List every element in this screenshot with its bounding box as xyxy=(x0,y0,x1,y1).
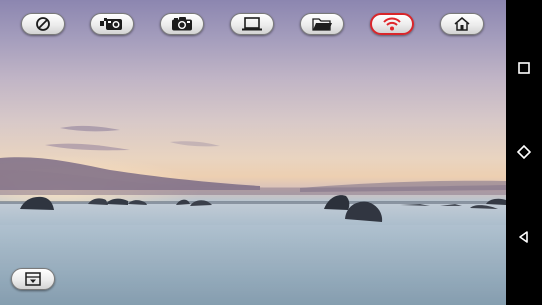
rock xyxy=(486,198,506,205)
cloud-wisp xyxy=(170,141,220,147)
horizon-line xyxy=(0,201,506,204)
mist xyxy=(0,225,506,305)
record-video-button[interactable] xyxy=(90,13,134,35)
seascape-background xyxy=(0,125,506,305)
tray-down-icon xyxy=(25,272,41,286)
no-entry-icon xyxy=(36,17,50,31)
gallery-tray-button[interactable] xyxy=(11,268,55,290)
rock xyxy=(324,195,350,210)
take-photo-button[interactable] xyxy=(160,13,204,35)
files-button[interactable] xyxy=(300,13,344,35)
home-button[interactable] xyxy=(440,13,484,35)
camera-preview xyxy=(0,0,506,305)
cloud-wisp xyxy=(45,143,130,151)
home-icon xyxy=(516,144,532,160)
recent-apps-button[interactable] xyxy=(506,50,542,86)
folder-icon xyxy=(312,18,332,31)
stop-button[interactable] xyxy=(21,13,65,35)
back-icon xyxy=(519,231,528,243)
video-camera-icon xyxy=(100,18,122,30)
wifi-button[interactable] xyxy=(370,13,414,35)
laptop-button[interactable] xyxy=(230,13,274,35)
home-icon xyxy=(454,17,470,31)
camera-icon xyxy=(172,17,192,31)
wifi-icon xyxy=(383,17,401,31)
top-toolbar xyxy=(0,13,506,37)
cloud-wisp xyxy=(60,125,120,132)
back-button[interactable] xyxy=(506,219,542,255)
laptop-icon xyxy=(242,17,262,31)
recent-apps-icon xyxy=(518,62,530,74)
system-home-button[interactable] xyxy=(506,134,542,170)
system-navigation-bar xyxy=(506,0,542,305)
